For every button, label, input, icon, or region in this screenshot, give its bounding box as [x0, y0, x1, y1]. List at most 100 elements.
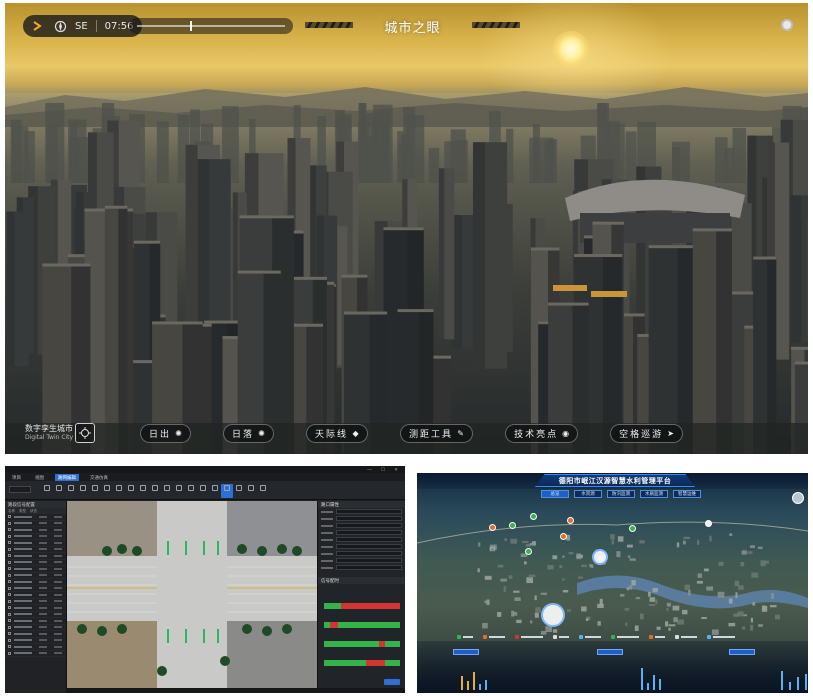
platform-tab-2[interactable]: 防汛监测: [607, 490, 635, 498]
row-checkbox[interactable]: [8, 580, 11, 584]
toolbar-tool-button[interactable]: [53, 484, 65, 498]
city-eye-view[interactable]: SE 07:56 城市之眼 数字孪生城市 Digital Twin City 日…: [5, 3, 808, 454]
map-marker-icon[interactable]: [489, 524, 496, 531]
property-input[interactable]: [336, 509, 402, 514]
row-checkbox[interactable]: [8, 567, 11, 571]
intersection-map[interactable]: [67, 501, 317, 688]
row-checkbox[interactable]: [8, 586, 11, 590]
camera-marker-large-icon[interactable]: [541, 603, 565, 627]
toolbar-tool-button[interactable]: [65, 484, 77, 498]
row-checkbox[interactable]: [8, 541, 11, 545]
row-checkbox[interactable]: [8, 573, 11, 577]
row-checkbox[interactable]: [8, 599, 11, 603]
mode-button-sunset[interactable]: 日落 ✺: [223, 424, 275, 443]
signal-phase-bar[interactable]: [324, 622, 400, 628]
toolbar-tool-button[interactable]: [185, 484, 197, 498]
row-checkbox[interactable]: [8, 619, 11, 623]
legend-item[interactable]: [483, 634, 505, 639]
legend-item[interactable]: [457, 634, 473, 639]
time-slider-thumb[interactable]: [190, 21, 193, 31]
platform-tab-4[interactable]: 智慧运维: [673, 490, 701, 498]
legend-item[interactable]: [515, 634, 543, 639]
toolbar-tool-button[interactable]: [41, 484, 53, 498]
time-slider[interactable]: [129, 18, 293, 34]
bottom-tab-left[interactable]: [453, 649, 479, 655]
toolbar-tool-button[interactable]: [173, 484, 185, 498]
row-checkbox[interactable]: [8, 625, 11, 629]
map-marker-icon[interactable]: [560, 533, 567, 540]
crosshair-button[interactable]: [75, 423, 95, 443]
legend-item[interactable]: [579, 634, 601, 639]
toolbar-tool-button[interactable]: [161, 484, 173, 498]
signal-phase-bar[interactable]: [324, 660, 400, 666]
camera-marker-icon[interactable]: [592, 549, 608, 565]
platform-tab-1[interactable]: 水资源: [574, 490, 602, 498]
user-avatar[interactable]: [792, 492, 804, 504]
property-input[interactable]: [336, 544, 402, 549]
row-checkbox[interactable]: [8, 560, 11, 564]
platform-tab-3[interactable]: 水质监测: [640, 490, 668, 498]
toolbar-tool-button[interactable]: [77, 484, 89, 498]
row-checkbox[interactable]: [8, 554, 11, 558]
mode-select[interactable]: [9, 486, 31, 493]
mode-button-tour[interactable]: 空格巡游 ➤: [610, 424, 684, 443]
platform-tab-0[interactable]: 总览: [541, 490, 569, 498]
toolbar-tool-button[interactable]: [113, 484, 125, 498]
toolbar-tool-button[interactable]: [233, 484, 245, 498]
row-checkbox[interactable]: [8, 632, 11, 636]
property-input[interactable]: [336, 537, 402, 542]
row-checkbox[interactable]: [8, 593, 11, 597]
row-checkbox[interactable]: [8, 606, 11, 610]
signal-phase-bar[interactable]: [324, 641, 400, 647]
toolbar-tool-button[interactable]: [209, 484, 221, 498]
mode-button-highlight[interactable]: 技术亮点 ◉: [505, 424, 579, 443]
toolbar-tool-button[interactable]: [89, 484, 101, 498]
legend-item[interactable]: [553, 634, 569, 639]
mode-button-sunrise[interactable]: 日出 ✺: [140, 424, 192, 443]
map-marker-icon[interactable]: [567, 517, 574, 524]
mode-button-ruler[interactable]: 测距工具 ✎: [400, 424, 474, 443]
mode-button-skyline[interactable]: 天际线 ◆: [306, 424, 369, 443]
menu-tab-0[interactable]: 项目: [9, 474, 24, 481]
settings-button[interactable]: [781, 19, 793, 31]
row-checkbox[interactable]: [8, 651, 11, 655]
map-marker-icon[interactable]: [525, 548, 532, 555]
row-checkbox[interactable]: [8, 534, 11, 538]
row-checkbox[interactable]: [8, 521, 11, 525]
row-checkbox[interactable]: [8, 515, 11, 519]
apply-button[interactable]: [384, 679, 400, 685]
row-checkbox[interactable]: [8, 528, 11, 532]
property-input[interactable]: [336, 565, 402, 570]
toolbar-tool-button[interactable]: [221, 484, 233, 498]
menu-tab-2[interactable]: 路网编辑: [55, 473, 79, 481]
bottom-tab-right[interactable]: [729, 649, 755, 655]
toolbar-tool-button[interactable]: [257, 484, 269, 498]
menu-tab-1[interactable]: 视图: [32, 474, 47, 481]
toolbar-tool-button[interactable]: [245, 484, 257, 498]
menu-arrow-icon[interactable]: [31, 19, 45, 33]
toolbar-tool-button[interactable]: [101, 484, 113, 498]
row-checkbox[interactable]: [8, 638, 11, 642]
signal-phase-bar[interactable]: [324, 603, 400, 609]
compass-icon[interactable]: [53, 19, 67, 33]
signal-list-row[interactable]: [5, 651, 66, 657]
map-marker-icon[interactable]: [530, 513, 537, 520]
map-marker-icon[interactable]: [705, 520, 712, 527]
legend-item[interactable]: [611, 634, 639, 639]
map-marker-icon[interactable]: [629, 525, 636, 532]
legend-item[interactable]: [675, 634, 697, 639]
toolbar-tool-button[interactable]: [197, 484, 209, 498]
row-checkbox[interactable]: [8, 547, 11, 551]
menu-tab-3[interactable]: 交通仿真: [87, 474, 111, 481]
property-input[interactable]: [336, 523, 402, 528]
legend-item[interactable]: [649, 634, 665, 639]
bottom-tab-center[interactable]: [597, 649, 623, 655]
legend-item[interactable]: [707, 634, 735, 639]
property-input[interactable]: [336, 516, 402, 521]
toolbar-tool-button[interactable]: [137, 484, 149, 498]
toolbar-tool-button[interactable]: [149, 484, 161, 498]
property-input[interactable]: [336, 551, 402, 556]
property-input[interactable]: [336, 530, 402, 535]
toolbar-tool-button[interactable]: [125, 484, 137, 498]
map-marker-icon[interactable]: [509, 522, 516, 529]
